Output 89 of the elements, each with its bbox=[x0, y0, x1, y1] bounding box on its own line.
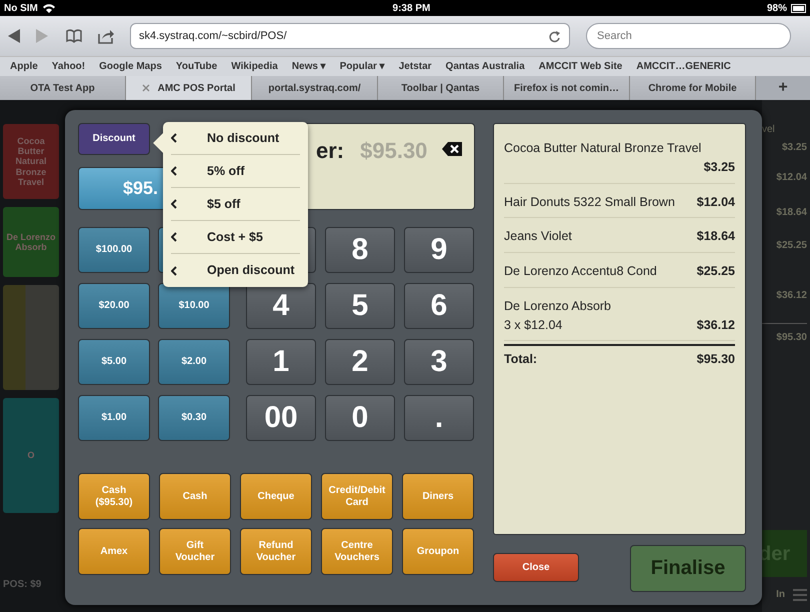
bookmark-link[interactable]: Qantas Australia bbox=[446, 59, 525, 74]
discount-button[interactable]: Discount bbox=[78, 123, 150, 155]
browser-tab[interactable]: OTA Test App bbox=[0, 76, 126, 100]
price-text: $25.25 bbox=[776, 239, 807, 253]
bookmark-link[interactable]: Yahoo! bbox=[52, 59, 86, 74]
browser-tab[interactable]: portal.systraq.com/ bbox=[252, 76, 378, 100]
keypad-key[interactable]: 00 bbox=[246, 395, 316, 441]
browser-tab[interactable]: Chrome for Mobile bbox=[630, 76, 756, 100]
keypad-key[interactable]: 6 bbox=[404, 283, 474, 329]
address-field[interactable]: sk4.systraq.com/~scbird/POS/ bbox=[130, 23, 570, 49]
tab-title: Toolbar | Qantas bbox=[401, 82, 480, 96]
price-text: $18.64 bbox=[776, 206, 807, 220]
clock-label: 9:38 PM bbox=[392, 2, 430, 16]
close-icon[interactable] bbox=[142, 84, 150, 92]
tender-label: er: bbox=[316, 137, 344, 165]
discount-option[interactable]: Cost + $5 bbox=[171, 221, 300, 254]
battery-label: 98% bbox=[766, 2, 787, 16]
browser-tab[interactable]: AMC POS Portal bbox=[126, 76, 252, 100]
keypad-key[interactable]: 1 bbox=[246, 339, 316, 385]
tab-title: Firefox is not comin… bbox=[514, 82, 619, 96]
price-text: $36.12 bbox=[776, 289, 807, 303]
keypad-key[interactable]: 4 bbox=[246, 283, 316, 329]
item-name: De Lorenzo Accentu8 Cond bbox=[504, 263, 657, 280]
cash-amount-button[interactable]: $100.00 bbox=[78, 227, 150, 273]
new-tab-button[interactable]: + bbox=[756, 76, 810, 100]
bookmark-link[interactable]: Jetstar bbox=[398, 59, 432, 74]
browser-tab[interactable]: Toolbar | Qantas bbox=[378, 76, 504, 100]
keypad-key[interactable]: . bbox=[404, 395, 474, 441]
chevron-icon bbox=[171, 266, 177, 276]
item-name: De Lorenzo Absorb bbox=[504, 298, 612, 315]
tab-title: Chrome for Mobile bbox=[648, 82, 737, 96]
pos-label: POS: $9 bbox=[3, 579, 42, 590]
search-field[interactable]: Search bbox=[586, 23, 791, 49]
reload-icon[interactable] bbox=[548, 30, 561, 42]
bookmark-link[interactable]: Wikipedia bbox=[231, 59, 278, 74]
item-price: $18.64 bbox=[696, 228, 735, 246]
cash-amount-button[interactable]: $2.00 bbox=[158, 339, 230, 385]
cash-amount-button[interactable]: $5.00 bbox=[78, 339, 150, 385]
cash-amount-button[interactable]: $20.00 bbox=[78, 283, 150, 329]
cash-amount-button[interactable]: $10.00 bbox=[158, 283, 230, 329]
keypad-key[interactable]: 2 bbox=[325, 339, 395, 385]
total-amount: $95.30 bbox=[696, 351, 735, 368]
carrier-label: No SIM bbox=[4, 2, 38, 16]
tender-amount: $95.30 bbox=[360, 137, 428, 165]
total-label: Total: bbox=[504, 351, 538, 368]
item-quantity: 3 x $12.04 bbox=[504, 316, 564, 334]
item-price: $12.04 bbox=[696, 194, 735, 210]
back-icon[interactable] bbox=[6, 29, 20, 43]
keypad-key[interactable]: 8 bbox=[325, 227, 395, 273]
backspace-icon[interactable] bbox=[442, 140, 462, 158]
tab-title: portal.systraq.com/ bbox=[268, 82, 361, 96]
wifi-icon bbox=[42, 3, 56, 13]
cash-amount-button[interactable]: $0.30 bbox=[158, 395, 230, 441]
bookmark-link[interactable]: AMCCIT…GENERIC bbox=[636, 59, 731, 74]
item-price: $36.12 bbox=[696, 316, 735, 334]
bookmark-link[interactable]: News ▾ bbox=[292, 59, 326, 74]
share-icon[interactable] bbox=[98, 28, 114, 44]
cash-amount-button[interactable]: $1.00 bbox=[78, 395, 150, 441]
discount-option[interactable]: 5% off bbox=[171, 155, 300, 188]
item-price: $25.25 bbox=[696, 263, 735, 280]
keypad-key[interactable]: 3 bbox=[404, 339, 474, 385]
item-name: Jeans Violet bbox=[504, 228, 572, 246]
discount-option[interactable]: $5 off bbox=[171, 188, 300, 221]
battery-icon bbox=[790, 4, 806, 12]
keypad-key[interactable]: 0 bbox=[325, 395, 395, 441]
chevron-icon bbox=[171, 133, 177, 143]
tab-title: AMC POS Portal bbox=[158, 82, 236, 96]
bookmark-link[interactable]: YouTube bbox=[176, 59, 218, 74]
bookmark-link[interactable]: AMCCIT Web Site bbox=[538, 59, 622, 74]
price-text: $3.25 bbox=[782, 141, 807, 155]
item-name-text: vel bbox=[762, 123, 775, 137]
bookmarks-icon[interactable] bbox=[66, 29, 82, 43]
keypad-key[interactable]: 5 bbox=[325, 283, 395, 329]
keypad-key[interactable]: 9 bbox=[404, 227, 474, 273]
close-button[interactable]: Close bbox=[493, 553, 579, 582]
item-name: Cocoa Butter Natural Bronze Travel bbox=[504, 140, 702, 157]
item-price: $3.25 bbox=[702, 158, 735, 176]
item-name: Hair Donuts 5322 Small Brown bbox=[504, 194, 675, 210]
price-text: $12.04 bbox=[776, 171, 807, 185]
chevron-icon bbox=[171, 232, 177, 242]
bookmark-link[interactable]: Google Maps bbox=[99, 59, 162, 74]
tab-title: OTA Test App bbox=[30, 82, 95, 96]
bookmark-link[interactable]: Popular ▾ bbox=[340, 59, 385, 74]
url-text: sk4.systraq.com/~scbird/POS/ bbox=[139, 28, 287, 44]
bookmark-link[interactable]: Apple bbox=[10, 59, 38, 74]
browser-tab[interactable]: Firefox is not comin… bbox=[504, 76, 630, 100]
discount-option[interactable]: No discount bbox=[171, 122, 300, 155]
chevron-icon bbox=[171, 199, 177, 209]
chevron-icon bbox=[171, 166, 177, 176]
